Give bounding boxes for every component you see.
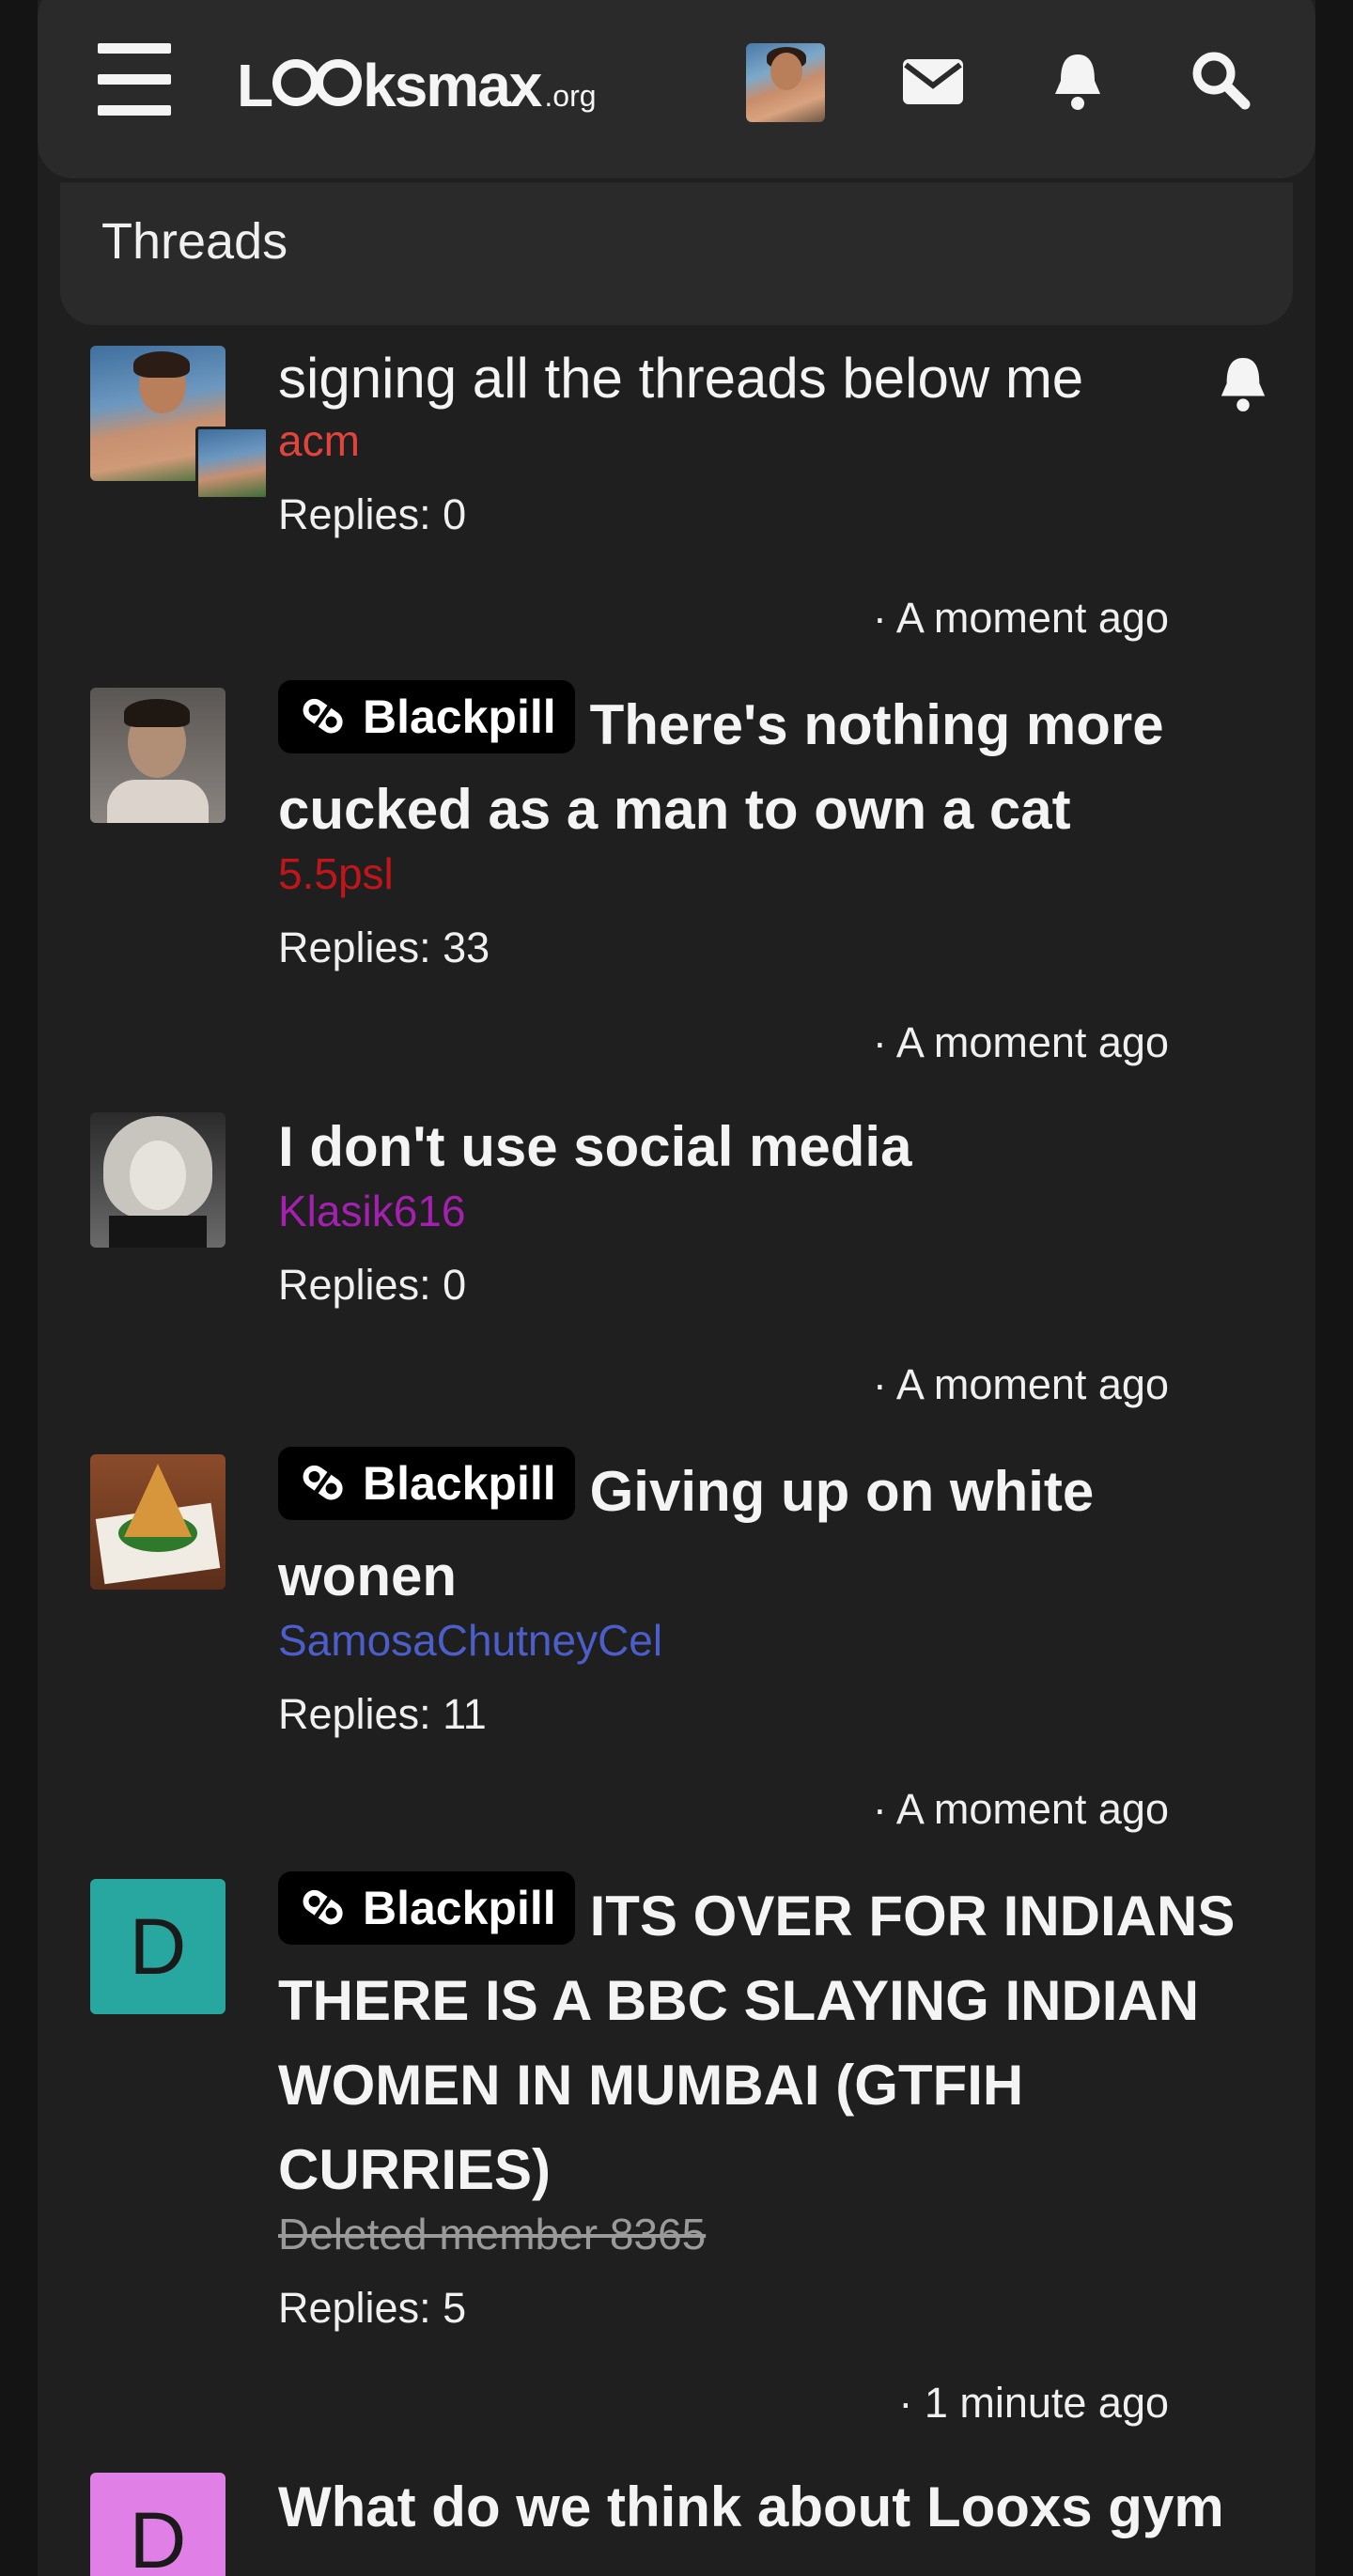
thread-title[interactable]: I don't use social media xyxy=(278,1105,1255,1189)
prefix-badge[interactable]: Blackpill xyxy=(278,680,575,753)
avatar-letter: D xyxy=(129,1901,187,1991)
thread-item[interactable]: Blackpill There's nothing more cucked as… xyxy=(90,680,1265,1082)
pill-icon xyxy=(303,698,343,734)
top-navbar: Lksmax .org xyxy=(38,0,1315,178)
thread-item[interactable]: D Blackpill ITS OVER FOR INDIANS THERE I… xyxy=(90,1871,1265,2461)
thread-item[interactable]: I don't use social media Klasik616 Repli… xyxy=(90,1112,1265,1422)
logo-letter: L xyxy=(237,52,273,119)
thread-author[interactable]: Klasik616 xyxy=(278,1184,1255,1238)
user-avatar[interactable] xyxy=(746,43,825,122)
section-title: Threads xyxy=(101,213,288,270)
logo-ring-2 xyxy=(315,59,363,106)
thread-time[interactable]: · A moment ago xyxy=(708,590,1169,646)
author-avatar[interactable] xyxy=(90,688,226,823)
thread-time[interactable]: · 1 minute ago xyxy=(708,2375,1169,2431)
prefix-badge[interactable]: Blackpill xyxy=(278,1447,575,1520)
reply-count: Replies: 33 xyxy=(278,923,490,971)
reply-count: Replies: 0 xyxy=(278,1261,467,1309)
author-avatar[interactable]: D xyxy=(90,2473,226,2576)
pill-icon xyxy=(303,1465,343,1500)
thread-title[interactable]: Blackpill There's nothing more cucked as… xyxy=(278,680,1255,852)
author-avatar[interactable]: D xyxy=(90,1879,226,2014)
logo-tld: .org xyxy=(544,79,597,113)
thread-author[interactable]: acm xyxy=(278,413,1255,468)
thread-title[interactable]: What do we think about Looxs gym xyxy=(278,2473,1255,2550)
prefix-label: Blackpill xyxy=(363,691,556,743)
thread-author[interactable]: Deleted member 8365 xyxy=(278,2207,1255,2261)
logo-ring-1 xyxy=(272,59,320,106)
envelope-icon[interactable] xyxy=(900,49,966,115)
reply-count: Replies: 11 xyxy=(278,1690,487,1738)
author-avatar[interactable] xyxy=(90,1112,226,1248)
watched-bell-icon[interactable] xyxy=(1218,355,1268,413)
prefix-label: Blackpill xyxy=(363,1457,556,1510)
thread-title[interactable]: Blackpill Giving up on white wonen xyxy=(278,1447,1255,1619)
avatar-letter: D xyxy=(129,2495,187,2576)
section-header: Threads xyxy=(60,182,1293,325)
thread-time[interactable]: · A moment ago xyxy=(708,1357,1169,1413)
reply-count: Replies: 0 xyxy=(278,490,467,538)
author-avatar[interactable] xyxy=(90,1454,226,1590)
thread-item[interactable]: signing all the threads below me acm Rep… xyxy=(90,346,1265,656)
thread-time[interactable]: · A moment ago xyxy=(708,1781,1169,1838)
search-icon[interactable] xyxy=(1188,47,1253,113)
thread-author[interactable]: 5.5psl xyxy=(278,846,1255,901)
prefix-badge[interactable]: Blackpill xyxy=(278,1871,575,1945)
last-poster-avatar[interactable] xyxy=(195,427,269,500)
thread-author[interactable]: SamosaChutneyCel xyxy=(278,1613,1255,1668)
pill-icon xyxy=(303,1889,343,1925)
thread-title[interactable]: Blackpill ITS OVER FOR INDIANS THERE IS … xyxy=(278,1871,1255,2212)
prefix-label: Blackpill xyxy=(363,1882,556,1934)
thread-title[interactable]: signing all the threads below me xyxy=(278,336,1255,421)
menu-icon[interactable] xyxy=(98,43,171,122)
bell-icon[interactable] xyxy=(1045,49,1111,115)
site-logo[interactable]: Lksmax .org xyxy=(237,51,597,119)
thread-item[interactable]: D What do we think about Looxs gym xyxy=(90,2473,1265,2576)
logo-text: ksmax xyxy=(363,52,542,119)
thread-item[interactable]: Blackpill Giving up on white wonen Samos… xyxy=(90,1447,1265,1849)
reply-count: Replies: 5 xyxy=(278,2284,467,2332)
thread-time[interactable]: · A moment ago xyxy=(708,1015,1169,1071)
